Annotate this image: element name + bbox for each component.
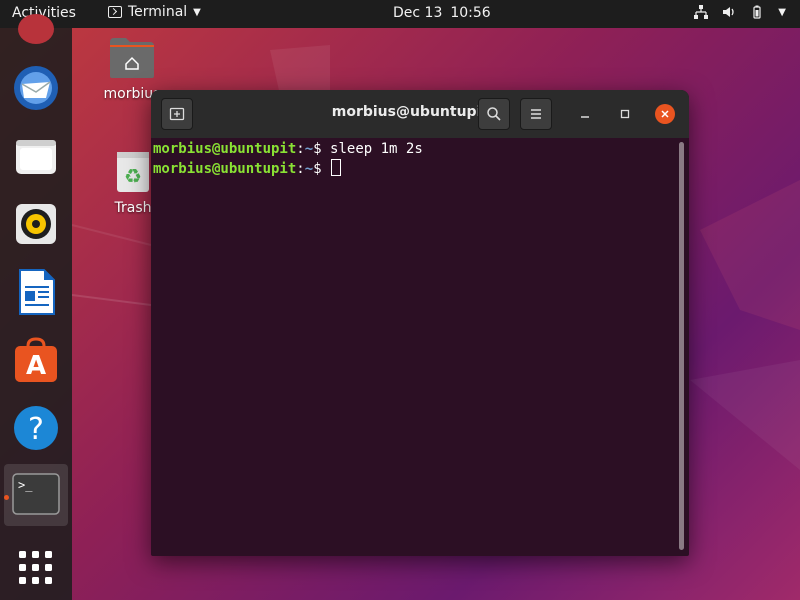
app-menu[interactable]: Terminal ▼ (108, 4, 201, 20)
system-tray[interactable]: ▼ (694, 5, 786, 19)
libreoffice-writer-icon[interactable] (12, 268, 60, 316)
terminal-output[interactable]: morbius@ubuntupit:~$ sleep 1m 2s morbius… (151, 138, 689, 556)
network-icon (694, 5, 709, 19)
svg-text:♻: ♻ (124, 164, 142, 188)
close-button[interactable] (655, 104, 675, 124)
app-menu-label: Terminal (128, 4, 188, 20)
home-folder-icon (110, 38, 154, 78)
maximize-icon (620, 109, 630, 119)
search-icon (487, 107, 501, 121)
scrollbar[interactable] (679, 142, 684, 550)
command-text (322, 161, 330, 177)
close-icon (661, 110, 669, 118)
prompt-symbol: $ (313, 161, 322, 177)
trash-icon: ♻ (117, 152, 149, 192)
dock-partial-icon (18, 14, 54, 44)
minimize-icon (581, 116, 589, 118)
terminal-line: morbius@ubuntupit:~$ sleep 1m 2s (153, 141, 423, 157)
files-icon[interactable] (12, 132, 60, 180)
volume-icon (722, 5, 736, 19)
command-text: sleep 1m 2s (321, 141, 423, 157)
dock-active-item[interactable]: >_ (4, 464, 68, 526)
clock-date: Dec 13 (393, 5, 443, 21)
hamburger-menu-icon (531, 109, 541, 119)
svg-text:>_: >_ (18, 478, 33, 492)
prompt-user: morbius@ubuntupit (153, 141, 297, 157)
chevron-down-icon: ▼ (778, 6, 786, 18)
search-button[interactable] (478, 98, 510, 130)
terminal-window[interactable]: morbius@ubuntupit: ~ morbius@ubuntupit:~… (151, 90, 689, 556)
running-indicator (4, 495, 9, 500)
maximize-button[interactable] (615, 104, 635, 124)
window-headerbar[interactable]: morbius@ubuntupit: ~ (151, 90, 689, 138)
terminal-line: morbius@ubuntupit:~$ (153, 159, 342, 177)
terminal-icon: >_ (12, 473, 60, 515)
thunderbird-icon[interactable] (12, 64, 60, 112)
new-tab-icon (169, 107, 185, 121)
prompt-user: morbius@ubuntupit (153, 161, 297, 177)
svg-text:?: ? (28, 412, 44, 447)
top-bar: Activities Terminal ▼ Dec 13 10:56 ▼ (0, 0, 800, 28)
software-center-icon[interactable]: A (12, 336, 60, 384)
battery-icon (750, 5, 764, 19)
terminal-cursor (331, 159, 342, 176)
rhythmbox-icon[interactable] (12, 200, 60, 248)
terminal-icon (108, 6, 122, 18)
help-icon[interactable]: ? (12, 404, 60, 452)
minimize-button[interactable] (575, 104, 595, 124)
svg-text:A: A (26, 351, 46, 381)
new-tab-button[interactable] (161, 98, 193, 130)
window-title: morbius@ubuntupit: ~ (331, 104, 511, 120)
prompt-symbol: $ (313, 141, 322, 157)
clock[interactable]: Dec 13 10:56 (393, 5, 491, 21)
clock-time: 10:56 (450, 5, 491, 21)
show-apps-icon[interactable] (12, 544, 60, 592)
chevron-down-icon: ▼ (193, 6, 201, 18)
menu-button[interactable] (520, 98, 552, 130)
prompt-path: ~ (304, 161, 314, 177)
dock: A ? >_ (0, 14, 72, 600)
prompt-path: ~ (304, 141, 314, 157)
